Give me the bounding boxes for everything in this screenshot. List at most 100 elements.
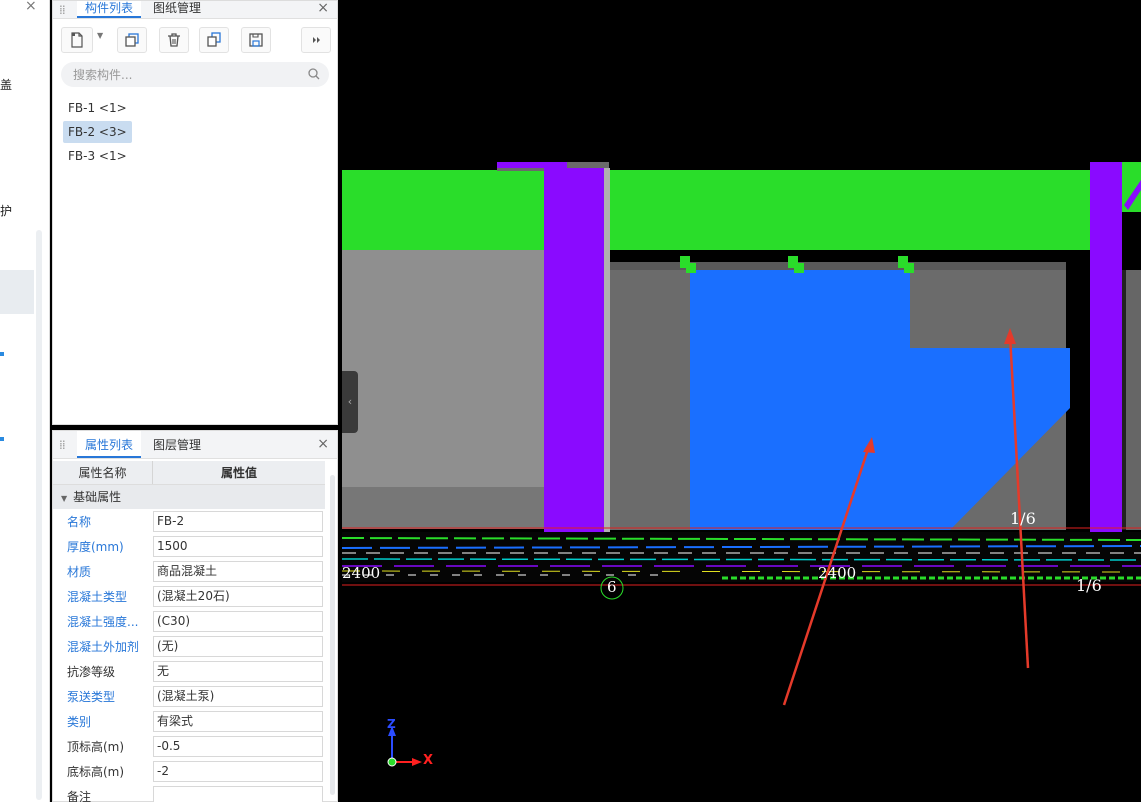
more-tools-button[interactable] bbox=[301, 27, 331, 53]
property-panel-scrollbar[interactable] bbox=[330, 475, 335, 795]
property-value-input[interactable]: 商品混凝土 bbox=[153, 561, 323, 582]
property-name: 顶标高(m) bbox=[67, 740, 125, 754]
collapse-triangle-icon: ▼ bbox=[61, 494, 68, 503]
wall-right-edge bbox=[1122, 270, 1126, 530]
beam-cap-purple bbox=[497, 162, 567, 168]
component-panel-tabbar: ⁞⁞ 构件列表 图纸管理 × bbox=[53, 0, 337, 19]
property-table: 属性名称 属性值 ▼ 基础属性 名称 FB-2 厚度(mm) 1500 材质 商品混凝土… bbox=[53, 461, 325, 802]
property-row: 泵送类型 (混凝土泵) bbox=[53, 684, 325, 709]
component-item-fb-2[interactable]: FB-2 <3> bbox=[63, 121, 132, 143]
chevron-left-icon: ‹ bbox=[347, 395, 353, 408]
left-panel-scrollbar[interactable] bbox=[36, 230, 42, 800]
property-value-input[interactable]: -2 bbox=[153, 761, 323, 782]
axis-z-label: Z bbox=[387, 717, 396, 731]
property-name: 抗渗等级 bbox=[67, 665, 116, 679]
dim-label-left: 2400 bbox=[342, 564, 381, 582]
axis-label-1-6-lower: 1/6 bbox=[1076, 576, 1102, 595]
property-row: 备注 bbox=[53, 784, 325, 802]
wall-right bbox=[1124, 270, 1141, 530]
property-value-input[interactable]: (混凝土泵) bbox=[153, 686, 323, 707]
property-row: 底标高(m) -2 bbox=[53, 759, 325, 784]
axis-label-1-6-upper: 1/6 bbox=[1010, 509, 1036, 528]
axis-label-6: 6 bbox=[607, 578, 617, 596]
column-right[interactable] bbox=[1090, 162, 1122, 532]
property-name: 厚度(mm) bbox=[67, 540, 124, 554]
new-component-dropdown-icon[interactable]: ▼ bbox=[97, 31, 103, 40]
component-list: FB-1 <1> FB-2 <3> FB-3 <1> bbox=[63, 97, 323, 169]
tab-property-list[interactable]: 属性列表 bbox=[77, 431, 142, 458]
property-value-input[interactable]: -0.5 bbox=[153, 736, 323, 757]
property-value-header: 属性值 bbox=[220, 466, 257, 480]
delete-icon bbox=[168, 33, 180, 47]
wall-left-light bbox=[342, 250, 544, 490]
column-left-edge bbox=[604, 168, 610, 533]
left-panel-marker-icon bbox=[0, 437, 4, 441]
drag-handle-icon[interactable]: ⁞⁞ bbox=[59, 438, 66, 452]
collapse-panel-button[interactable]: ‹ bbox=[342, 371, 358, 433]
save-component-button[interactable] bbox=[241, 27, 271, 53]
axis-x-arrow-icon bbox=[412, 758, 422, 766]
property-group-label: 基础属性 bbox=[73, 490, 122, 504]
property-name-header: 属性名称 bbox=[53, 461, 153, 484]
property-value-input[interactable]: 1500 bbox=[153, 536, 323, 557]
column-left[interactable] bbox=[544, 168, 604, 533]
property-value-input[interactable] bbox=[153, 786, 323, 802]
tab-layer-management[interactable]: 图层管理 bbox=[145, 431, 209, 458]
axis-origin bbox=[387, 757, 397, 767]
new-component-icon bbox=[71, 32, 83, 48]
component-list-panel: ⁞⁞ 构件列表 图纸管理 × ▼ FB-1 <1> F bbox=[52, 0, 338, 425]
property-value-input[interactable]: (无) bbox=[153, 636, 323, 657]
tab-drawing-management[interactable]: 图纸管理 bbox=[145, 1, 209, 18]
drag-handle-icon[interactable]: ⁞⁞ bbox=[59, 3, 66, 17]
wall-left-base bbox=[342, 487, 544, 529]
save-icon bbox=[249, 33, 263, 47]
property-panel-close-icon[interactable]: × bbox=[317, 436, 329, 452]
left-panel-close-icon[interactable]: × bbox=[25, 0, 37, 14]
connector-1b bbox=[686, 263, 696, 273]
3d-viewport[interactable]: 2400 2400 6 1/6 1/6 Z X bbox=[342, 0, 1141, 802]
layer-copy-button[interactable] bbox=[199, 27, 229, 53]
property-name: 名称 bbox=[67, 515, 92, 529]
copy-icon bbox=[125, 33, 139, 47]
property-name: 混凝土强度... bbox=[67, 615, 139, 629]
property-name: 泵送类型 bbox=[67, 690, 116, 704]
search-icon[interactable] bbox=[307, 67, 321, 81]
wall-back-top bbox=[606, 262, 1066, 270]
delete-component-button[interactable] bbox=[159, 27, 189, 53]
property-value-input[interactable]: 无 bbox=[153, 661, 323, 682]
tab-component-list[interactable]: 构件列表 bbox=[77, 1, 142, 18]
property-value-input[interactable]: FB-2 bbox=[153, 511, 323, 532]
property-table-header: 属性名称 属性值 bbox=[53, 461, 325, 485]
property-value-input[interactable]: 有梁式 bbox=[153, 711, 323, 732]
property-value-input[interactable]: (C30) bbox=[153, 611, 323, 632]
property-row: 名称 FB-2 bbox=[53, 509, 325, 534]
property-row: 混凝土强度... (C30) bbox=[53, 609, 325, 634]
axis-x-label: X bbox=[423, 753, 434, 768]
layer-copy-icon bbox=[207, 32, 221, 47]
property-row: 抗渗等级 无 bbox=[53, 659, 325, 684]
property-name: 材质 bbox=[67, 565, 92, 579]
property-group-basic[interactable]: ▼ 基础属性 bbox=[53, 485, 325, 509]
property-row: 材质 商品混凝土 bbox=[53, 559, 325, 584]
more-icon bbox=[313, 37, 320, 43]
property-row: 顶标高(m) -0.5 bbox=[53, 734, 325, 759]
connector-3b bbox=[904, 263, 914, 273]
property-row: 混凝土类型 (混凝土20石) bbox=[53, 584, 325, 609]
property-panel: ⁞⁞ 属性列表 图层管理 × 属性名称 属性值 ▼ 基础属性 名称 FB-2 厚度(… bbox=[52, 430, 338, 802]
property-row: 混凝土外加剂 (无) bbox=[53, 634, 325, 659]
connector-2b bbox=[794, 263, 804, 273]
viewport-scene bbox=[342, 162, 1141, 767]
property-value-input[interactable]: (混凝土20石) bbox=[153, 586, 323, 607]
component-panel-close-icon[interactable]: × bbox=[317, 0, 329, 16]
copy-component-button[interactable] bbox=[117, 27, 147, 53]
component-item-fb-3[interactable]: FB-3 <1> bbox=[63, 145, 132, 167]
property-row: 厚度(mm) 1500 bbox=[53, 534, 325, 559]
beam-top[interactable] bbox=[342, 170, 1122, 250]
component-search bbox=[61, 62, 329, 87]
component-item-fb-1[interactable]: FB-1 <1> bbox=[63, 97, 132, 119]
left-panel-marker-icon bbox=[0, 352, 4, 356]
left-panel-selected-item[interactable] bbox=[0, 270, 34, 314]
left-panel-label-1: 盖 bbox=[0, 78, 13, 92]
new-component-button[interactable] bbox=[61, 27, 93, 53]
component-search-input[interactable] bbox=[61, 62, 291, 87]
